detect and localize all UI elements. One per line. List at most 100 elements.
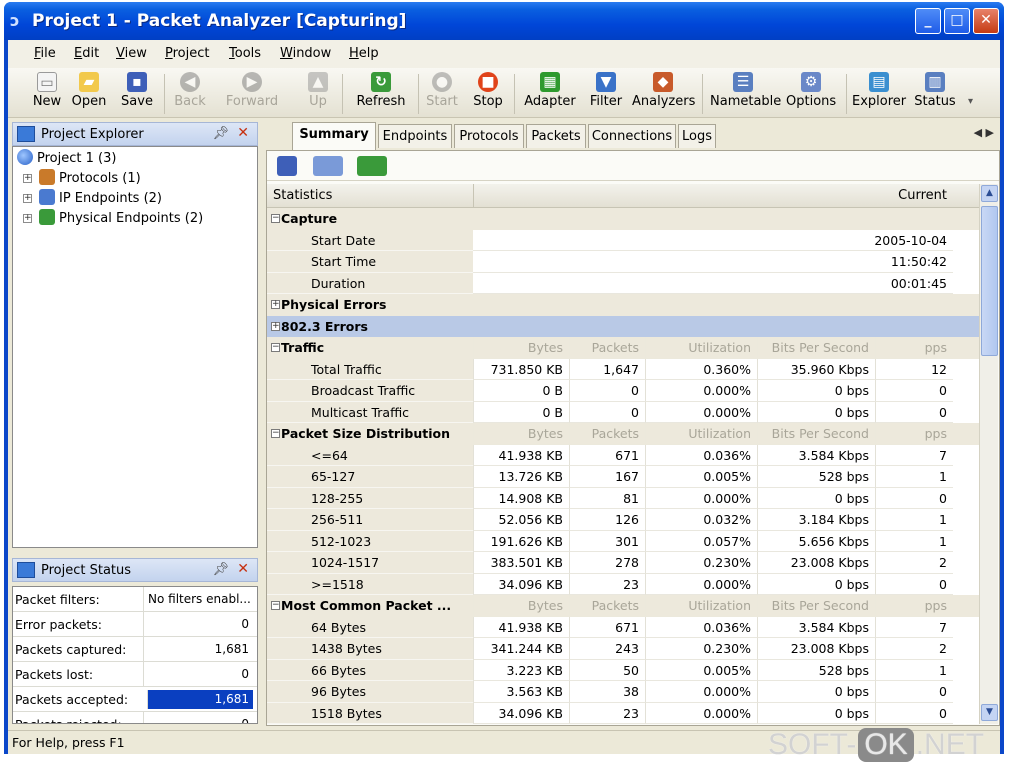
table-row[interactable]: 1024-1517 383.501 KB 278 0.230% 23.008 Kbps 2 xyxy=(267,552,979,574)
expand-collapse-icon[interactable]: − xyxy=(271,601,280,610)
row-cell: 41.938 KB xyxy=(473,444,569,466)
tab-summary[interactable]: Summary xyxy=(292,122,376,150)
analyzers-icon: ◆ xyxy=(653,72,673,92)
group-row[interactable]: − Capture xyxy=(267,208,979,230)
table-row[interactable]: 512-1023 191.626 KB 301 0.057% 5.656 Kbps 1 xyxy=(267,530,979,552)
group-row[interactable]: +802.3 Errors xyxy=(267,315,979,337)
tab-endpoints[interactable]: Endpoints xyxy=(378,124,452,148)
status-value[interactable]: 0 xyxy=(143,662,253,686)
menu-view[interactable]: View xyxy=(116,46,147,61)
menu-window[interactable]: Window xyxy=(280,46,331,61)
back-button[interactable]: ◀ Back xyxy=(172,72,208,116)
table-row[interactable]: 65-127 13.726 KB 167 0.005% 528 bps 1 xyxy=(267,466,979,488)
tab-protocols[interactable]: Protocols xyxy=(454,124,524,148)
scroll-up-icon[interactable]: ▲ xyxy=(981,185,998,202)
table-row[interactable]: Multicast Traffic 0 B 0 0.000% 0 bps 0 xyxy=(267,401,979,423)
tab-packets[interactable]: Packets xyxy=(526,124,586,148)
header-statistics[interactable]: Statistics xyxy=(273,188,332,203)
table-row[interactable]: Duration 00:01:45 xyxy=(267,272,979,294)
header-current[interactable]: Current xyxy=(898,188,947,203)
new-button[interactable]: ▭ New xyxy=(30,72,64,116)
close-panel-icon[interactable]: ✕ xyxy=(237,561,249,577)
toolbar-overflow-icon[interactable]: ▾ xyxy=(968,96,978,112)
up-button[interactable]: ▲ Up xyxy=(304,72,332,116)
tab-scroll-arrows[interactable]: ◀ ▶ xyxy=(974,126,994,139)
forward-button[interactable]: ▶ Forward xyxy=(224,72,280,116)
group-row[interactable]: − Packet Size Distribution Bytes Packets Uti… xyxy=(267,423,979,445)
explorer-button[interactable]: ▤ Explorer xyxy=(852,72,906,116)
save-button[interactable]: ▪ Save xyxy=(119,72,155,116)
tree-node-physical-endpoints[interactable]: Physical Endpoints (2) xyxy=(39,209,203,226)
save-icon[interactable] xyxy=(277,156,297,176)
table-row[interactable]: 66 Bytes 3.223 KB 50 0.005% 528 bps 1 xyxy=(267,659,979,681)
title-bar[interactable]: ↄ Project 1 - Packet Analyzer [Capturing… xyxy=(4,2,1004,40)
row-cell: 0 xyxy=(569,380,645,402)
row-cell: 0.360% xyxy=(645,358,757,380)
tab-logs[interactable]: Logs xyxy=(678,124,716,148)
tree-node-ip-endpoints[interactable]: IP Endpoints (2) xyxy=(39,189,162,206)
nametable-button[interactable]: ☰ Nametable xyxy=(710,72,781,116)
analyzers-button[interactable]: ◆ Analyzers xyxy=(632,72,695,116)
expand-collapse-icon[interactable]: + xyxy=(271,321,280,331)
vertical-scrollbar[interactable]: ▲ ▼ xyxy=(979,184,998,724)
table-row[interactable]: Broadcast Traffic 0 B 0 0.000% 0 bps 0 xyxy=(267,380,979,402)
status-value-selected[interactable]: 1,681 xyxy=(147,690,253,709)
status-value[interactable]: 0 xyxy=(143,612,253,636)
table-row[interactable]: 64 Bytes 41.938 KB 671 0.036% 3.584 Kbps 7 xyxy=(267,616,979,638)
table-row[interactable]: 256-511 52.056 KB 126 0.032% 3.184 Kbps 1 xyxy=(267,509,979,531)
refresh-button[interactable]: ↻ Refresh xyxy=(354,72,408,116)
table-row[interactable]: 96 Bytes 3.563 KB 38 0.000% 0 bps 0 xyxy=(267,681,979,703)
open-button[interactable]: ▰ Open xyxy=(71,72,107,116)
status-button[interactable]: ▥ Status xyxy=(914,72,956,116)
table-row[interactable]: 1438 Bytes 341.244 KB 243 0.230% 23.008 Kbps… xyxy=(267,638,979,660)
pin-icon[interactable]: 📌︎ xyxy=(212,562,229,577)
watermark-left: SOFT- xyxy=(768,728,857,761)
tab-connections[interactable]: Connections xyxy=(588,124,676,148)
row-cell: 0.000% xyxy=(645,401,757,423)
tree-root-project[interactable]: Project 1 (3) xyxy=(17,149,116,166)
stop-label: Stop xyxy=(473,94,503,109)
minimize-button[interactable]: _ xyxy=(915,8,941,34)
row-cell: 2 xyxy=(875,638,953,660)
table-row[interactable]: Total Traffic 731.850 KB 1,647 0.360% 35.960… xyxy=(267,358,979,380)
row-label: 96 Bytes xyxy=(267,681,473,703)
pin-icon[interactable]: 📌︎ xyxy=(212,126,229,141)
scroll-thumb[interactable] xyxy=(981,206,998,356)
table-row[interactable]: Start Time 11:50:42 xyxy=(267,251,979,273)
table-row[interactable]: 1518 Bytes 34.096 KB 23 0.000% 0 bps 0 xyxy=(267,702,979,724)
status-value[interactable]: 1,681 xyxy=(143,637,253,661)
maximize-button[interactable]: □ xyxy=(944,8,970,34)
menu-help[interactable]: Help xyxy=(349,46,379,61)
stop-button[interactable]: ■ Stop xyxy=(470,72,506,116)
menu-file[interactable]: File xyxy=(34,46,56,61)
adapter-button[interactable]: ▦ Adapter xyxy=(522,72,578,116)
expand-icon[interactable]: + xyxy=(23,174,32,183)
table-row[interactable]: Start Date 2005-10-04 xyxy=(267,229,979,251)
options-button[interactable]: ⚙ Options xyxy=(786,72,836,116)
table-row[interactable]: <=64 41.938 KB 671 0.036% 3.584 Kbps 7 xyxy=(267,444,979,466)
expand-icon[interactable]: + xyxy=(23,194,32,203)
menu-edit[interactable]: Edit xyxy=(74,46,99,61)
expand-icon[interactable]: + xyxy=(23,214,32,223)
expand-collapse-icon[interactable]: − xyxy=(271,214,280,223)
filter-button[interactable]: ▼ Filter xyxy=(586,72,626,116)
expand-collapse-icon[interactable]: − xyxy=(271,429,280,438)
status-value[interactable]: 0 xyxy=(143,712,253,723)
close-panel-icon[interactable]: ✕ xyxy=(237,125,249,141)
group-row[interactable]: + Physical Errors xyxy=(267,294,979,316)
table-row[interactable]: 128-255 14.908 KB 81 0.000% 0 bps 0 xyxy=(267,487,979,509)
group-row[interactable]: − Traffic Bytes Packets Utilization Bits Per … xyxy=(267,337,979,359)
menu-tools[interactable]: Tools xyxy=(229,46,261,61)
group-row[interactable]: − Most Common Packet ... Bytes Packets Utili… xyxy=(267,595,979,617)
status-value[interactable]: No filters enabl... xyxy=(143,587,253,611)
start-button[interactable]: ● Start xyxy=(424,72,460,116)
expand-collapse-icon[interactable]: − xyxy=(271,343,280,352)
scroll-down-icon[interactable]: ▼ xyxy=(981,704,998,721)
close-button[interactable]: ✕ xyxy=(973,8,999,34)
refresh-dropdown-icon[interactable] xyxy=(357,156,387,176)
menu-project[interactable]: Project xyxy=(165,46,210,61)
tree-node-protocols[interactable]: Protocols (1) xyxy=(39,169,141,186)
expand-collapse-icon[interactable]: + xyxy=(271,300,280,309)
view-options-icon[interactable] xyxy=(313,156,343,176)
table-row[interactable]: >=1518 34.096 KB 23 0.000% 0 bps 0 xyxy=(267,573,979,595)
